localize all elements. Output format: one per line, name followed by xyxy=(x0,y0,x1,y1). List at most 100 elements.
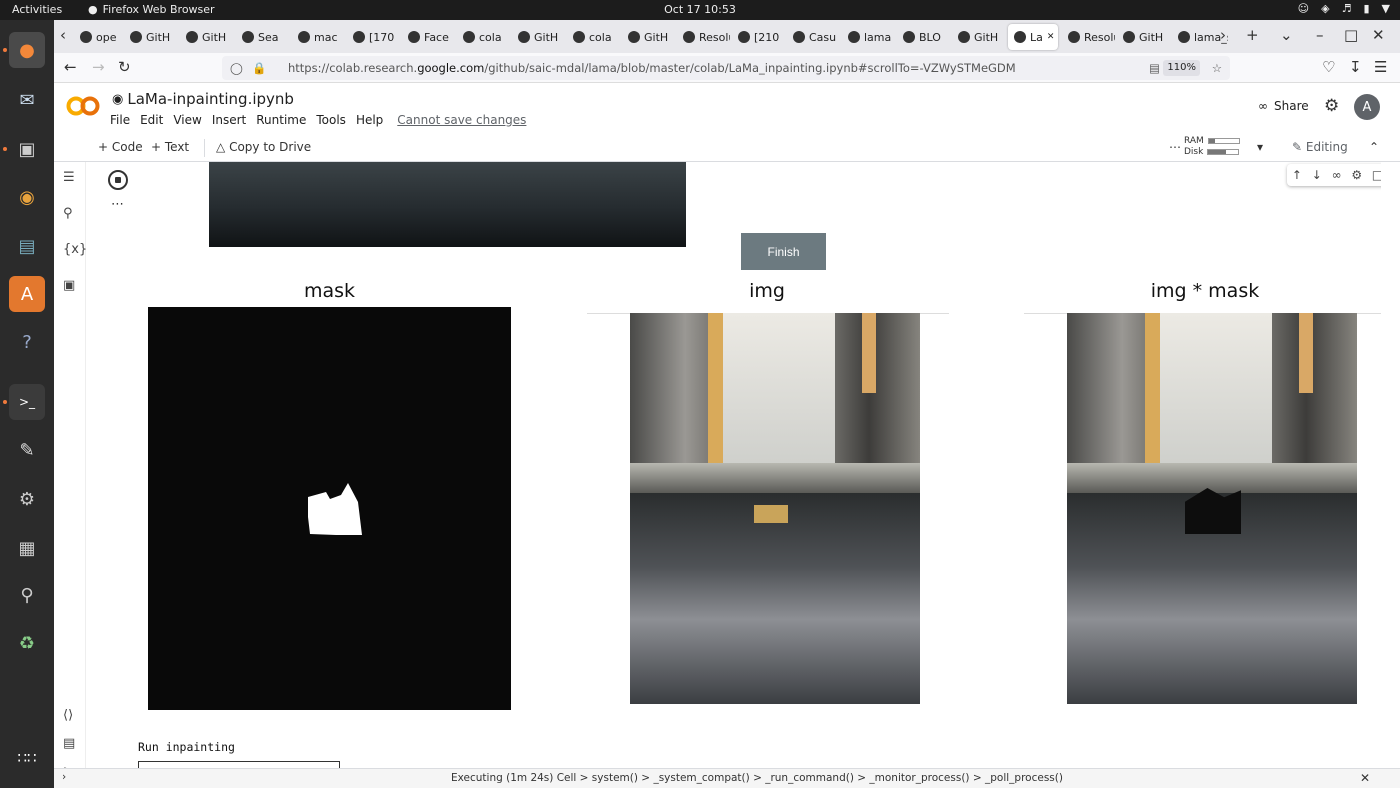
share-button[interactable]: ∞ Share xyxy=(1258,99,1309,113)
menu-item-view[interactable]: View xyxy=(173,113,201,127)
firefox-icon[interactable]: ● xyxy=(9,32,45,68)
activities-button[interactable]: Activities xyxy=(12,3,62,16)
move-cell-down-icon[interactable]: ↓ xyxy=(1312,168,1322,182)
browser-tab[interactable]: GitH xyxy=(622,24,675,50)
browser-tab[interactable]: GitH xyxy=(952,24,1005,50)
browser-tab[interactable]: La ✕ xyxy=(1008,24,1058,50)
settings-icon[interactable]: ⚙ xyxy=(9,481,45,517)
browser-tab[interactable]: Casu xyxy=(787,24,840,50)
stop-execution-button[interactable] xyxy=(108,170,128,190)
colab-logo[interactable] xyxy=(66,95,100,117)
toc-icon[interactable]: ☰ xyxy=(63,170,75,185)
browser-tab[interactable]: cola xyxy=(567,24,620,50)
thunderbird-icon[interactable]: ✉ xyxy=(9,82,45,118)
maximize-icon[interactable]: □ xyxy=(1344,26,1358,44)
new-tab-icon[interactable]: + xyxy=(1246,26,1259,44)
execution-status[interactable]: Executing (1m 24s) Cell > system() > _sy… xyxy=(451,772,1063,784)
browser-tab[interactable]: Sea xyxy=(236,24,290,50)
mirror-cell-icon[interactable]: □ xyxy=(1372,168,1381,182)
reload-icon[interactable]: ↻ xyxy=(118,58,131,76)
files-icon[interactable]: ▣ xyxy=(9,131,45,167)
trash-icon[interactable]: ♻ xyxy=(9,625,45,661)
move-cell-up-icon[interactable]: ↑ xyxy=(1292,168,1302,182)
cell-output-menu-icon[interactable]: ⋯ xyxy=(111,197,124,212)
hamburger-menu-icon[interactable]: ☰ xyxy=(1374,58,1387,76)
terminal-icon[interactable]: >_ xyxy=(9,384,45,420)
browser-tab[interactable]: GitH xyxy=(124,24,178,50)
variables-icon[interactable]: {x} xyxy=(63,242,87,257)
close-status-icon[interactable]: ✕ xyxy=(1360,771,1370,785)
browser-tab[interactable]: GitH xyxy=(512,24,565,50)
volume-icon[interactable]: ♬ xyxy=(1342,2,1352,15)
cannot-save-link[interactable]: Cannot save changes xyxy=(397,113,526,127)
downloads-icon[interactable]: ↧ xyxy=(1349,58,1362,76)
scroll-tabs-left-icon[interactable]: ‹ xyxy=(60,26,66,44)
editing-mode-button[interactable]: ✎ Editing xyxy=(1292,140,1348,154)
settings-gear-icon[interactable]: ⚙ xyxy=(1324,96,1339,116)
cell-settings-icon[interactable]: ⚙ xyxy=(1351,168,1362,182)
browser-tab[interactable]: Resolu xyxy=(1062,24,1115,50)
zoom-level[interactable]: 110% xyxy=(1163,60,1200,76)
files-panel-icon[interactable]: ▣ xyxy=(63,278,75,293)
accessibility-icon[interactable]: ☺ xyxy=(1298,2,1309,15)
browser-tab[interactable]: [170 xyxy=(347,24,400,50)
reader-view-icon[interactable]: ▤ xyxy=(1149,56,1160,80)
url-text[interactable]: https://colab.research.google.com/github… xyxy=(288,56,1016,80)
minimize-icon[interactable]: – xyxy=(1316,26,1324,44)
back-icon[interactable]: ← xyxy=(64,58,77,76)
apps-grid-icon[interactable]: ∷∷ xyxy=(9,740,45,776)
pocket-icon[interactable]: ♡ xyxy=(1322,58,1335,76)
add-code-button[interactable]: + Code xyxy=(98,140,143,154)
calc-icon[interactable]: ▦ xyxy=(9,530,45,566)
add-text-button[interactable]: + Text xyxy=(151,140,189,154)
tracking-protection-icon[interactable]: ◯ xyxy=(230,56,243,80)
help-icon[interactable]: ? xyxy=(9,324,45,360)
browser-tab[interactable]: ope xyxy=(74,24,122,50)
menu-item-runtime[interactable]: Runtime xyxy=(256,113,306,127)
browser-tab[interactable]: cola xyxy=(457,24,510,50)
close-tab-icon[interactable]: ✕ xyxy=(1047,32,1055,42)
browser-tab[interactable]: BLO xyxy=(897,24,950,50)
app-menu[interactable]: ● Firefox Web Browser xyxy=(88,3,215,16)
menu-item-tools[interactable]: Tools xyxy=(316,113,346,127)
drawing-canvas-image[interactable] xyxy=(209,162,686,247)
bookmark-star-icon[interactable]: ☆ xyxy=(1212,56,1222,80)
link-cell-icon[interactable]: ∞ xyxy=(1332,168,1342,182)
copy-to-drive-button[interactable]: △ Copy to Drive xyxy=(216,140,311,154)
notebook-title[interactable]: ◉ LaMa-inpainting.ipynb xyxy=(112,90,294,108)
system-tray[interactable]: ☺ ◈ ♬ ▮ ▼ xyxy=(1298,2,1390,15)
software-icon[interactable]: A xyxy=(9,276,45,312)
command-palette-icon[interactable]: ▤ xyxy=(63,736,75,751)
expand-status-icon[interactable]: › xyxy=(62,771,66,783)
browser-tab[interactable]: [210 xyxy=(732,24,785,50)
url-bar[interactable]: ◯ 🔒 https://colab.research.google.com/gi… xyxy=(222,56,1230,80)
close-window-icon[interactable]: ✕ xyxy=(1372,26,1385,44)
text-editor-icon[interactable]: ✎ xyxy=(9,432,45,468)
browser-tab[interactable]: GitH xyxy=(1117,24,1170,50)
finish-button[interactable]: Finish xyxy=(741,233,826,270)
menu-item-file[interactable]: File xyxy=(110,113,130,127)
menu-item-edit[interactable]: Edit xyxy=(140,113,163,127)
lock-icon[interactable]: 🔒 xyxy=(252,56,266,80)
menu-item-insert[interactable]: Insert xyxy=(212,113,246,127)
browser-tab[interactable]: GitH xyxy=(180,24,234,50)
menu-item-help[interactable]: Help xyxy=(356,113,383,127)
notebook-title-text[interactable]: LaMa-inpainting.ipynb xyxy=(127,90,294,108)
browser-tab[interactable]: Face xyxy=(402,24,455,50)
power-icon[interactable]: ▼ xyxy=(1382,2,1390,15)
browser-tab[interactable]: Resolu xyxy=(677,24,730,50)
resource-monitor[interactable]: RAM Disk xyxy=(1184,136,1240,158)
wifi-icon[interactable]: ◈ xyxy=(1321,2,1329,15)
browser-tab[interactable]: lama xyxy=(842,24,895,50)
browser-tab[interactable]: mac xyxy=(292,24,345,50)
forward-icon[interactable]: → xyxy=(92,58,105,76)
search-icon[interactable]: ⚲ xyxy=(9,577,45,613)
find-icon[interactable]: ⚲ xyxy=(63,206,73,221)
runtime-dropdown-icon[interactable]: ▾ xyxy=(1257,140,1263,154)
rhythmbox-icon[interactable]: ◉ xyxy=(9,179,45,215)
writer-icon[interactable]: ▤ xyxy=(9,228,45,264)
list-tabs-icon[interactable]: ⌄ xyxy=(1280,26,1293,44)
collapse-header-icon[interactable]: ⌃ xyxy=(1369,140,1379,154)
avatar[interactable]: A xyxy=(1354,94,1380,120)
code-snippets-icon[interactable]: ⟨⟩ xyxy=(63,708,73,723)
